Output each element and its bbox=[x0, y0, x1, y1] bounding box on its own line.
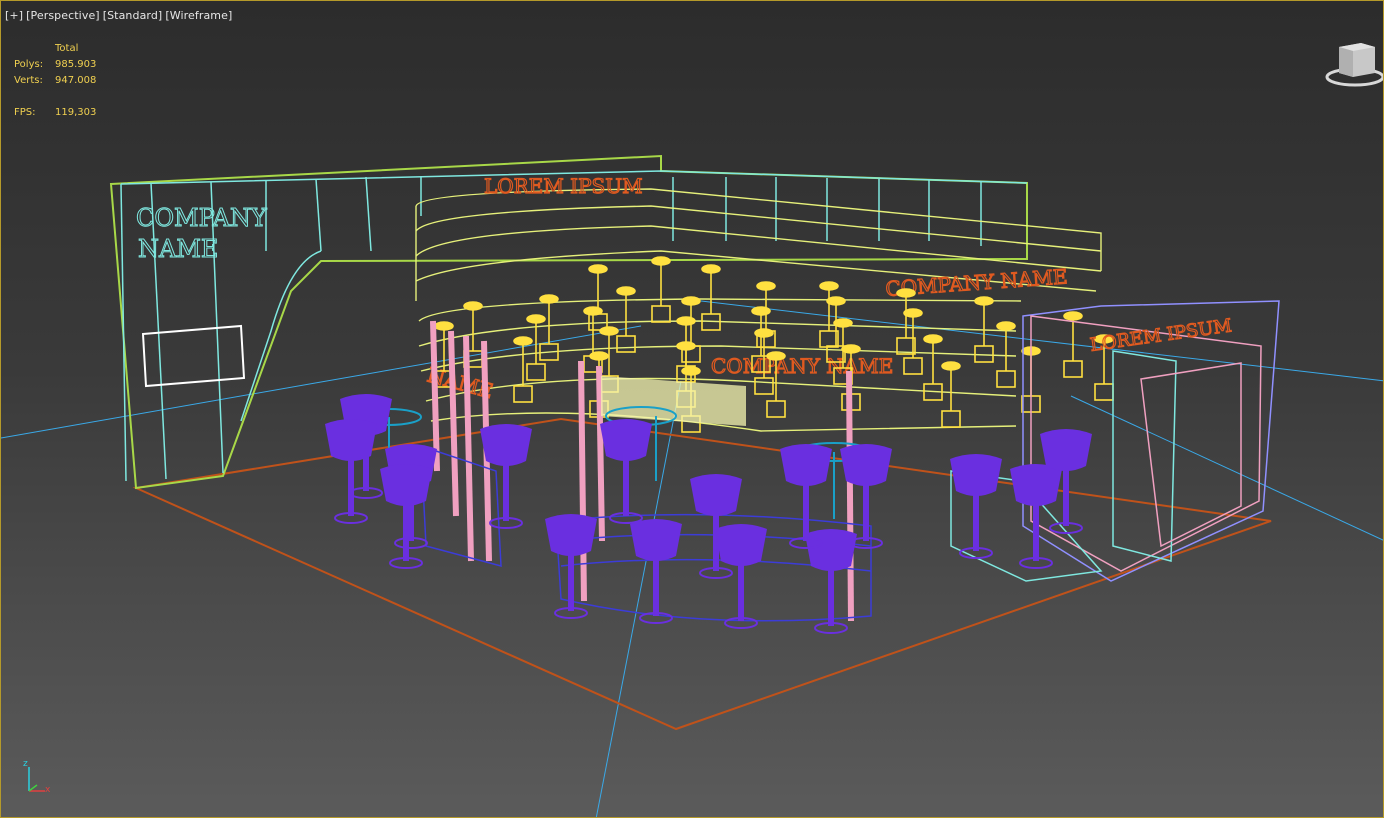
stats-verts-value: 947.008 bbox=[55, 75, 97, 86]
wall-name-text: NAME bbox=[138, 235, 218, 263]
wireframe-scene[interactable]: COMPANY NAME LOREM IPSUM COMPANY NAME CO… bbox=[1, 1, 1384, 818]
axis-z-label: z bbox=[23, 759, 28, 769]
viewport-wireframe-menu[interactable]: [Wireframe] bbox=[165, 9, 232, 22]
stats-polys-label: Polys: bbox=[14, 59, 44, 70]
viewport-label-menu[interactable]: [+] [Perspective] [Standard] [Wireframe] bbox=[5, 9, 235, 22]
purple-chairs bbox=[325, 394, 1092, 634]
top-banner-text: LOREM IPSUM bbox=[484, 174, 643, 198]
viewcube-icon[interactable] bbox=[1321, 39, 1383, 89]
viewport-perspective-menu[interactable]: [Perspective] bbox=[26, 9, 100, 22]
wall-company-text: COMPANY bbox=[136, 204, 268, 232]
perspective-viewport[interactable]: COMPANY NAME LOREM IPSUM COMPANY NAME CO… bbox=[0, 0, 1384, 818]
stats-total-label: Total bbox=[55, 43, 79, 54]
stats-fps-label: FPS: bbox=[14, 107, 36, 118]
scene-statistics: Total Polys: 985.903 Verts: 947.008 FPS: 11… bbox=[14, 41, 96, 121]
stats-polys-value: 985.903 bbox=[55, 59, 97, 70]
axis-tripod-icon: z x bbox=[17, 759, 57, 801]
viewport-plus-menu[interactable]: [+] bbox=[5, 9, 23, 22]
viewport-standard-menu[interactable]: [Standard] bbox=[103, 9, 163, 22]
stats-verts-label: Verts: bbox=[14, 75, 43, 86]
bar-sign-front: COMPANY NAME bbox=[711, 354, 893, 378]
booth-sign-text: LOREM IPSUM bbox=[1089, 315, 1233, 356]
axis-x-label: x bbox=[45, 785, 51, 795]
stats-fps-value: 119,303 bbox=[55, 107, 97, 118]
